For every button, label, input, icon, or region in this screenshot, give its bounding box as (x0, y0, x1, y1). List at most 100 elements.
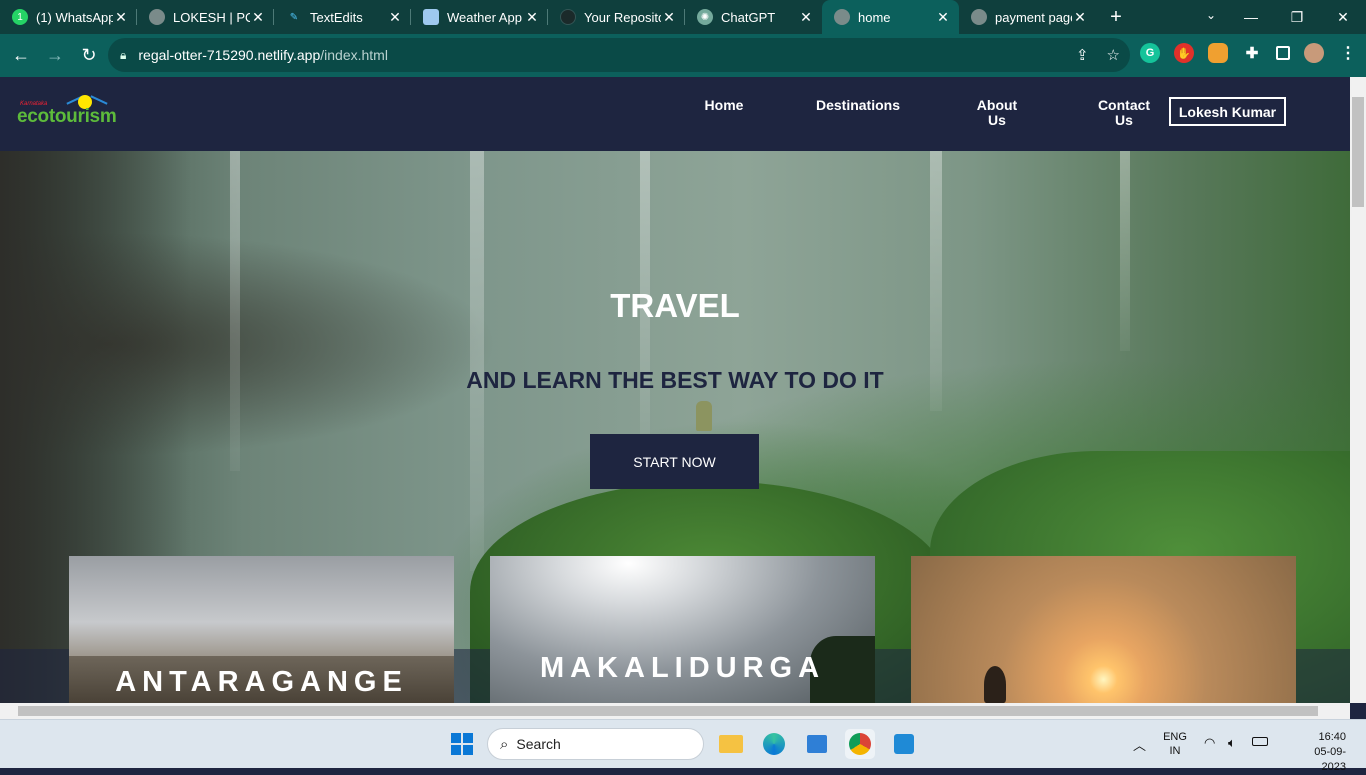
tab-title: payment page (995, 9, 1072, 25)
vscode-icon[interactable] (889, 729, 919, 759)
hero-subtitle: AND LEARN THE BEST WAY TO DO IT (466, 367, 884, 393)
close-icon[interactable]: ✕ (1072, 9, 1088, 26)
close-icon[interactable]: ✕ (661, 9, 677, 26)
more-icon[interactable]: ⋮ (1338, 43, 1358, 63)
close-icon[interactable]: ✕ (935, 9, 951, 26)
tab-strip: 1 (1) WhatsApp ✕ LOKESH | POR ✕ ✎ TextEd… (0, 0, 1366, 34)
share-icon[interactable]: ⇪ (1076, 46, 1089, 64)
destination-label: ANTARAGANGE (115, 666, 408, 698)
url-host: regal-otter-715290.netlify.app (138, 47, 321, 63)
minimize-icon[interactable]: — (1228, 0, 1274, 34)
nav-contact[interactable]: Contact Us (1090, 98, 1158, 128)
star-icon[interactable]: ☆ (1107, 46, 1120, 64)
browser-tab[interactable]: Weather App ✕ (411, 0, 548, 34)
globe-icon (834, 9, 850, 25)
nav-contact-line2: Us (1115, 112, 1133, 128)
url-path: /index.html (320, 47, 388, 63)
browser-tab[interactable]: payment page ✕ (959, 0, 1096, 34)
date: 05-09-2023 (1314, 746, 1346, 773)
back-arrow-icon[interactable]: ← (4, 39, 38, 73)
tab-title: ChatGPT (721, 9, 776, 25)
clock[interactable]: 16:40 05-09-2023 (1300, 730, 1346, 775)
site-logo[interactable]: Karnataka ecotourism (16, 87, 117, 137)
taskbar-search[interactable]: ⌕ Search (487, 728, 704, 760)
logo-text: ecotourism (17, 106, 117, 127)
browser-tab[interactable]: ✎ TextEdits ✕ (274, 0, 411, 34)
nav-destinations[interactable]: Destinations (808, 98, 908, 113)
lang-code: ENG (1163, 731, 1187, 743)
windows-start-icon[interactable] (447, 729, 477, 759)
tab-title: Your Reposito (584, 9, 661, 25)
site-navbar: Karnataka ecotourism Home Destinations A… (0, 77, 1350, 151)
grammarly-icon[interactable]: G (1140, 43, 1160, 63)
tab-title: home (858, 9, 891, 25)
destination-card-sunset[interactable] (911, 556, 1296, 703)
forward-arrow-icon[interactable]: → (38, 39, 72, 73)
vertical-scrollbar[interactable] (1350, 77, 1366, 703)
adblock-icon[interactable]: ✋ (1174, 43, 1194, 63)
volume-icon[interactable]: 🔈︎ (1228, 735, 1236, 751)
tab-title: (1) WhatsApp (36, 9, 113, 25)
battery-icon[interactable] (1252, 737, 1268, 746)
nav-about[interactable]: About Us (967, 98, 1027, 128)
globe-icon (149, 9, 165, 25)
new-tab-button[interactable]: + (1096, 6, 1136, 29)
browser-tab[interactable]: 1 (1) WhatsApp ✕ (0, 0, 137, 34)
store-icon[interactable] (802, 729, 832, 759)
destination-card-makalidurga[interactable]: MAKALIDURGA (490, 556, 875, 703)
sidepanel-icon[interactable] (1276, 46, 1290, 60)
time: 16:40 (1318, 731, 1346, 743)
browser-tab[interactable]: LOKESH | POR ✕ (137, 0, 274, 34)
nav-home[interactable]: Home (694, 98, 754, 113)
close-icon[interactable]: ✕ (250, 9, 266, 26)
search-placeholder: Search (516, 736, 561, 752)
hero-section: TRAVEL AND LEARN THE BEST WAY TO DO IT S… (0, 151, 1350, 703)
close-window-icon[interactable]: ✕ (1320, 0, 1366, 34)
file-explorer-icon[interactable] (716, 729, 746, 759)
whatsapp-icon: 1 (12, 9, 28, 25)
close-icon[interactable]: ✕ (387, 9, 403, 26)
puzzle-icon[interactable]: ✚ (1242, 43, 1262, 63)
destination-label: MAKALIDURGA (539, 652, 826, 684)
horizontal-scrollbar[interactable] (0, 703, 1350, 719)
chevron-down-icon[interactable]: ⌄ (1206, 8, 1216, 22)
web-page: Karnataka ecotourism Home Destinations A… (0, 77, 1350, 703)
hero-title: TRAVEL (610, 287, 740, 324)
lock-icon[interactable]: 🔒︎ (120, 48, 126, 63)
browser-toolbar: ← → ↻ 🔒︎ regal-otter-715290.netlify.app /… (0, 34, 1366, 77)
user-button[interactable]: Lokesh Kumar (1169, 97, 1286, 126)
avatar[interactable] (1304, 43, 1324, 63)
destination-card-antaragange[interactable]: ANTARAGANGE (69, 556, 454, 703)
nav-about-line2: Us (988, 112, 1006, 128)
edge-icon[interactable] (759, 729, 789, 759)
region-code: IN (1169, 745, 1181, 757)
chrome-icon[interactable] (845, 729, 875, 759)
restore-icon[interactable]: ❐ (1274, 0, 1320, 34)
close-icon[interactable]: ✕ (524, 9, 540, 26)
start-now-button[interactable]: START NOW (590, 434, 759, 489)
browser-tab-active[interactable]: home ✕ (822, 0, 959, 34)
nav-contact-line1: Contact (1097, 97, 1151, 113)
tab-title: TextEdits (310, 9, 363, 25)
address-bar[interactable]: 🔒︎ regal-otter-715290.netlify.app/index.… (108, 38, 1130, 72)
window-controls: — ❐ ✕ (1228, 0, 1366, 34)
reload-icon[interactable]: ↻ (72, 39, 106, 73)
browser-tab[interactable]: Your Reposito ✕ (548, 0, 685, 34)
chatgpt-icon: ✺ (697, 9, 713, 25)
github-icon (560, 9, 576, 25)
search-icon: ⌕ (500, 735, 509, 753)
extension-icon[interactable] (1208, 43, 1228, 63)
tab-title: Weather App (447, 9, 522, 25)
browser-tab[interactable]: ✺ ChatGPT ✕ (685, 0, 822, 34)
tab-title: LOKESH | POR (173, 9, 250, 25)
extensions: G ✋ ✚ ⋮ (1140, 43, 1358, 63)
close-icon[interactable]: ✕ (798, 9, 814, 26)
wifi-icon[interactable]: ◠ (1204, 735, 1215, 751)
nav-about-line1: About (976, 97, 1018, 113)
taskbar: ⌕ Search ︿ ENG IN ◠ 🔈︎ 16:40 05-09-2023 (0, 719, 1366, 773)
close-icon[interactable]: ✕ (113, 9, 129, 26)
pen-icon: ✎ (289, 11, 299, 23)
language-indicator[interactable]: ENG IN (1163, 730, 1187, 758)
weather-icon (423, 9, 439, 25)
chevron-up-icon[interactable]: ︿ (1133, 735, 1146, 754)
